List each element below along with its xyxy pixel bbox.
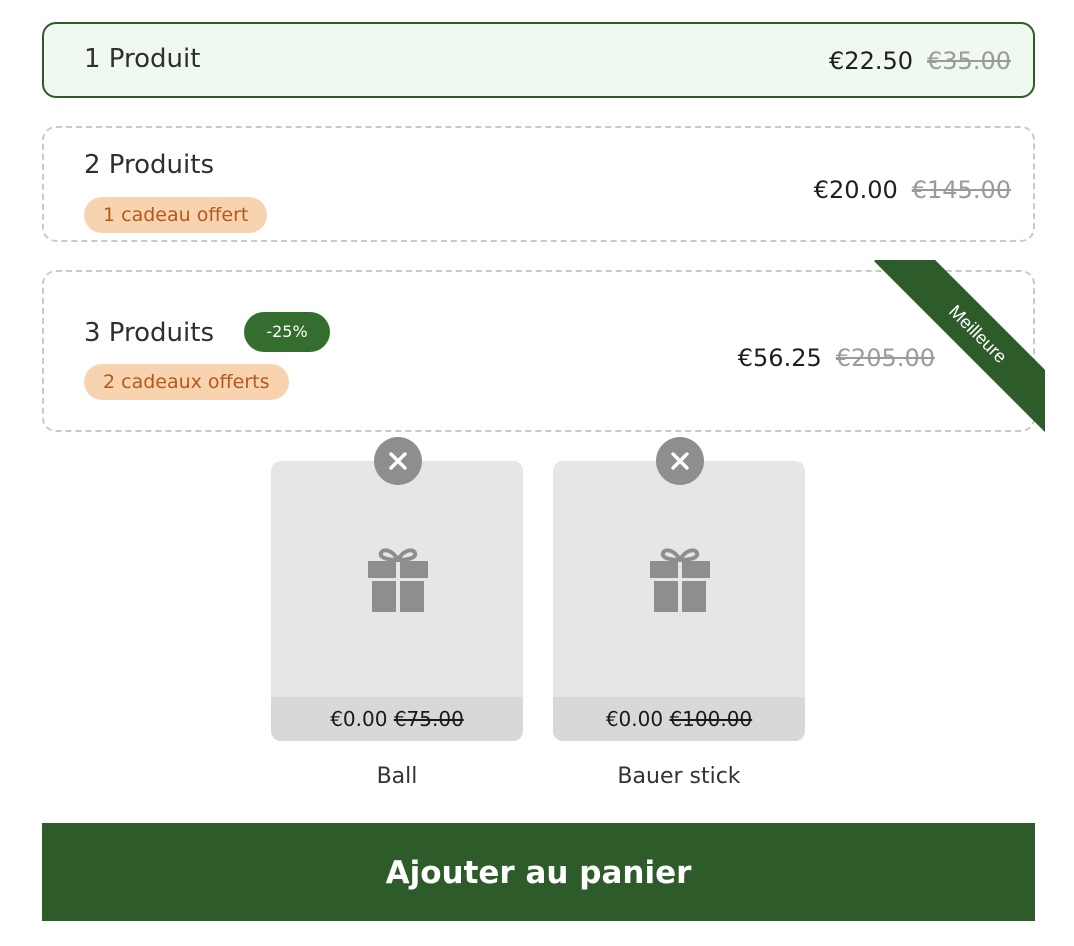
option-price: €22.50 — [829, 47, 914, 75]
gift-offer-badge: 2 cadeaux offerts — [84, 364, 289, 400]
gift-price: €0.00 — [330, 707, 388, 731]
close-icon — [389, 452, 407, 470]
gift-offer-badge: 1 cadeau offert — [84, 197, 268, 233]
gift-icon — [368, 548, 428, 612]
bundle-option-2[interactable]: 2 Produits 1 cadeau offert €20.00 €145.00 — [42, 126, 1035, 242]
option-old-price: €35.00 — [927, 47, 1011, 75]
discount-badge: -25% — [244, 312, 330, 352]
option-title: 1 Produit — [84, 44, 201, 74]
bundle-option-1[interactable]: 1 Produit €22.50 €35.00 — [42, 22, 1035, 98]
gift-old-price: €100.00 — [669, 707, 753, 731]
add-to-cart-button[interactable]: Ajouter au panier — [42, 823, 1035, 921]
option-price-group: €22.50 €35.00 — [829, 47, 1011, 75]
bundle-option-3[interactable]: 3 Produits -25% 2 cadeaux offerts €56.25… — [42, 260, 1045, 438]
gift-name: Ball — [376, 764, 418, 789]
close-icon — [671, 452, 689, 470]
gift-price-bar: €0.00 €75.00 — [271, 697, 523, 741]
option-title: 2 Produits — [84, 150, 214, 180]
gift-price-bar: €0.00 €100.00 — [553, 697, 805, 741]
gift-name: Bauer stick — [617, 764, 741, 789]
gift-icon — [650, 548, 710, 612]
remove-gift-button[interactable] — [374, 437, 422, 485]
gift-card-1: €0.00 €75.00 — [271, 437, 523, 741]
ribbon-label: Meilleure — [874, 260, 1045, 438]
option-price-group: €20.00 €145.00 — [814, 176, 1011, 204]
option-price: €20.00 — [813, 176, 898, 204]
option-price: €56.25 — [737, 344, 822, 372]
option-title: 3 Produits — [84, 318, 214, 348]
gift-old-price: €75.00 — [393, 707, 464, 731]
best-value-ribbon: Meilleure — [865, 260, 1045, 440]
gift-price: €0.00 — [605, 707, 664, 731]
gift-card-2: €0.00 €100.00 — [553, 437, 805, 741]
remove-gift-button[interactable] — [656, 437, 704, 485]
option-old-price: €145.00 — [911, 176, 1011, 204]
